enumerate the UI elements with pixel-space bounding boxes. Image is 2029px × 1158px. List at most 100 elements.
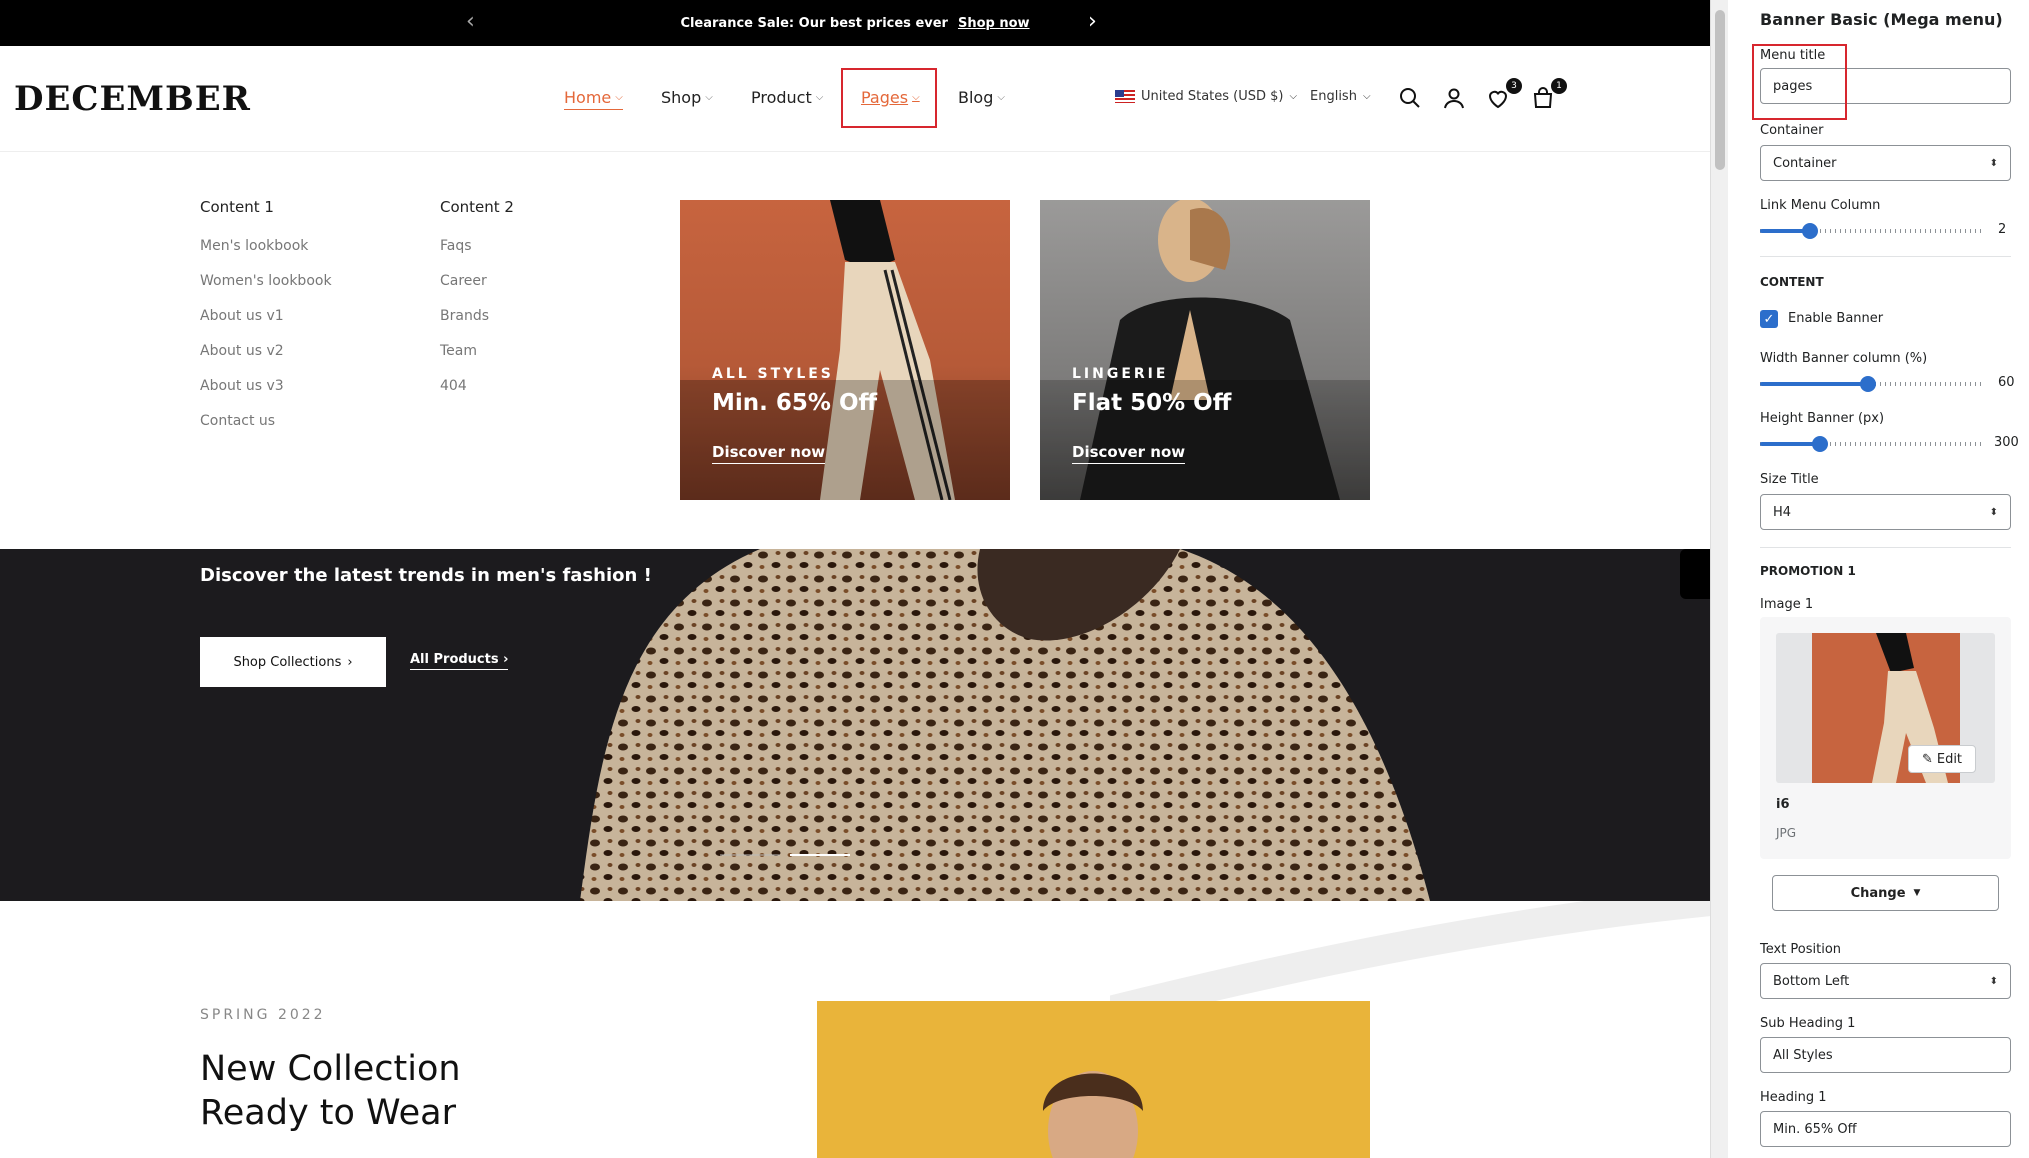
hero-tagline: Discover the latest trends in men's fash… <box>200 565 652 586</box>
account-icon[interactable] <box>1442 86 1468 112</box>
nav-item-pages[interactable]: Pages ⌵ <box>861 88 920 107</box>
slider-knob[interactable] <box>1802 223 1818 239</box>
shop-collections-button[interactable]: Shop Collections › <box>200 637 386 687</box>
title-line: Ready to Wear <box>200 1093 456 1133</box>
promotion-section-heading: PROMOTION 1 <box>1760 564 1856 578</box>
change-image-button[interactable]: Change ▼ <box>1772 875 1999 911</box>
banner-subheading: LINGERIE <box>1072 366 1169 382</box>
height-banner-value: 300 <box>1994 435 2019 450</box>
promo-banner-1[interactable]: ALL STYLES Min. 65% Off Discover now <box>680 200 1010 500</box>
banner-cta[interactable]: Discover now <box>712 443 826 464</box>
divider <box>1760 547 2011 548</box>
side-drawer-tab[interactable] <box>1680 549 1710 599</box>
nav-item-shop[interactable]: Shop ⌵ <box>661 88 713 107</box>
preview-scrollbar[interactable] <box>1710 0 1728 1158</box>
banner-cta[interactable]: Discover now <box>1072 443 1186 464</box>
chevron-down-icon: ⌵ <box>1289 91 1298 102</box>
menu-link-brands[interactable]: Brands <box>440 308 514 343</box>
menu-title-highlight-box <box>1752 44 1847 120</box>
chevron-down-icon: ⌵ <box>912 92 920 103</box>
select-value: Container <box>1773 155 1837 171</box>
pencil-icon: ✎ <box>1921 751 1933 767</box>
menu-link-team[interactable]: Team <box>440 343 514 378</box>
menu-link-mens-lookbook[interactable]: Men's lookbook <box>200 238 332 273</box>
scrollbar-thumb[interactable] <box>1715 10 1725 170</box>
wishlist-icon[interactable]: 3 <box>1486 78 1522 112</box>
menu-link-womens-lookbook[interactable]: Women's lookbook <box>200 273 332 308</box>
nav-label: Product <box>751 88 812 107</box>
model-head-image <box>1043 1071 1143 1158</box>
announcement-message: Clearance Sale: Our best prices ever <box>680 15 948 31</box>
main-nav: Home ⌵ Shop ⌵ Product ⌵ Pages ⌵ Blog ⌵ Unite <box>0 46 1710 152</box>
height-banner-slider[interactable] <box>1760 436 1982 452</box>
width-banner-value: 60 <box>1998 375 2015 390</box>
cart-icon[interactable]: 1 <box>1531 78 1567 112</box>
language-label: English <box>1310 89 1357 104</box>
menu-column-1: Content 1 Men's lookbook Women's lookboo… <box>200 198 332 448</box>
select-value: Bottom Left <box>1773 973 1850 989</box>
collection-section: SPRING 2022 New Collection Ready to Wear <box>0 901 1710 1158</box>
size-title-select[interactable]: H4 ⬍ <box>1760 494 2011 530</box>
hero-background-image <box>580 549 1430 901</box>
nav-label: Blog <box>958 88 994 107</box>
slider-knob[interactable] <box>1860 376 1876 392</box>
panel-title: Banner Basic (Mega menu) <box>1760 10 2003 29</box>
input-value: Min. 65% Off <box>1773 1121 1857 1137</box>
link-menu-column-slider[interactable] <box>1760 223 1982 239</box>
input-value: All Styles <box>1773 1047 1833 1063</box>
caret-down-icon: ▼ <box>1913 888 1921 898</box>
button-label: Change <box>1850 885 1906 901</box>
slider-knob[interactable] <box>1812 436 1828 452</box>
menu-link-about-v2[interactable]: About us v2 <box>200 343 332 378</box>
menu-column-title: Content 2 <box>440 198 514 216</box>
select-arrows-icon: ⬍ <box>1989 975 1998 987</box>
announcement-link[interactable]: Shop now <box>958 16 1030 31</box>
mega-menu: Content 1 Men's lookbook Women's lookboo… <box>0 152 1710 549</box>
container-select[interactable]: Container ⬍ <box>1760 145 2011 181</box>
select-value: H4 <box>1773 504 1792 520</box>
width-banner-label: Width Banner column (%) <box>1760 351 1928 366</box>
menu-link-contact[interactable]: Contact us <box>200 413 332 448</box>
menu-link-career[interactable]: Career <box>440 273 514 308</box>
image-filetype: JPG <box>1776 826 1797 840</box>
width-banner-slider[interactable] <box>1760 376 1982 392</box>
banner-subheading: ALL STYLES <box>712 366 834 382</box>
nav-item-home[interactable]: Home ⌵ <box>564 88 623 110</box>
search-icon[interactable] <box>1398 86 1424 112</box>
language-selector[interactable]: English ⌵ <box>1310 89 1371 104</box>
announcement-prev-icon[interactable]: ‹ <box>466 10 475 34</box>
enable-banner-label: Enable Banner <box>1788 311 1884 326</box>
nav-label: Pages <box>861 88 909 107</box>
currency-selector[interactable]: United States (USD $) ⌵ <box>1115 89 1297 104</box>
site-header: DECEMBER Home ⌵ Shop ⌵ Product ⌵ Pages ⌵ Blo… <box>0 46 1710 152</box>
collection-season: SPRING 2022 <box>200 1007 326 1023</box>
link-label: All Products <box>410 652 499 667</box>
all-products-link[interactable]: All Products › <box>410 652 509 670</box>
chevron-down-icon: ⌵ <box>1362 91 1371 102</box>
menu-link-about-v1[interactable]: About us v1 <box>200 308 332 343</box>
menu-link-faqs[interactable]: Faqs <box>440 238 514 273</box>
announcement-next-icon[interactable]: › <box>1088 10 1097 34</box>
promo-banner-2[interactable]: LINGERIE Flat 50% Off Discover now <box>1040 200 1370 500</box>
heading-input[interactable]: Min. 65% Off <box>1760 1111 2011 1147</box>
slider-fill <box>1760 229 1808 233</box>
title-line: New Collection <box>200 1049 461 1089</box>
collection-image <box>817 1001 1370 1158</box>
chevron-down-icon: ⌵ <box>997 92 1005 103</box>
image-label: Image 1 <box>1760 597 1814 612</box>
menu-link-about-v3[interactable]: About us v3 <box>200 378 332 413</box>
enable-banner-checkbox[interactable]: ✓ <box>1760 310 1778 328</box>
nav-label: Home <box>564 88 612 107</box>
sub-heading-label: Sub Heading 1 <box>1760 1016 1856 1031</box>
edit-image-button[interactable]: ✎ Edit <box>1908 745 1976 773</box>
divider <box>1760 256 2011 257</box>
menu-link-404[interactable]: 404 <box>440 378 514 413</box>
nav-item-blog[interactable]: Blog ⌵ <box>958 88 1005 107</box>
height-banner-label: Height Banner (px) <box>1760 411 1885 426</box>
nav-item-product[interactable]: Product ⌵ <box>751 88 823 107</box>
text-position-select[interactable]: Bottom Left ⬍ <box>1760 963 2011 999</box>
heading-label: Heading 1 <box>1760 1090 1827 1105</box>
nav-label: Shop <box>661 88 702 107</box>
link-menu-column-label: Link Menu Column <box>1760 198 1881 213</box>
sub-heading-input[interactable]: All Styles <box>1760 1037 2011 1073</box>
